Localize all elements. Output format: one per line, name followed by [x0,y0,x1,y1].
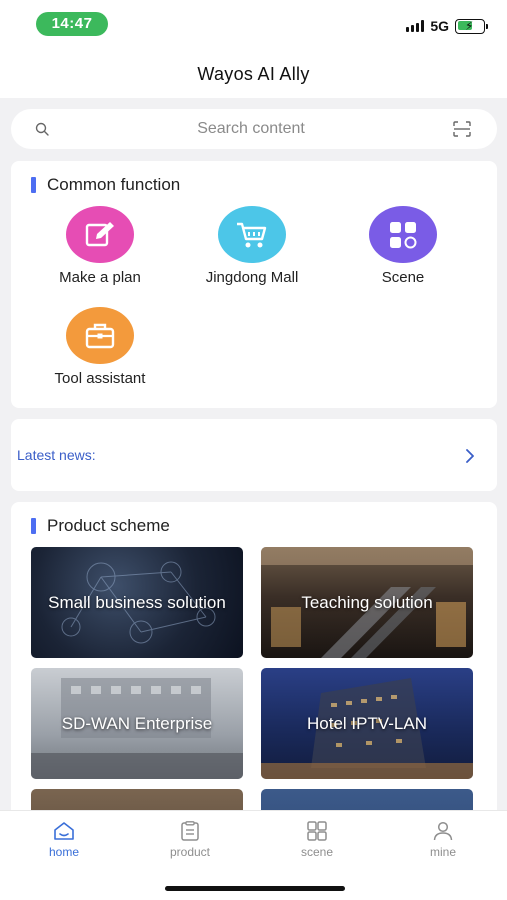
func-scene[interactable]: Scene [333,206,473,286]
tab-product[interactable]: product [150,821,230,859]
grid-icon [369,206,437,263]
chevron-right-icon[interactable] [465,449,475,463]
signal-icon [406,20,425,32]
search-bar[interactable] [11,109,497,149]
search-icon [35,122,49,136]
tile-label: Teaching solution [301,592,433,612]
battery-icon: ⚡ [455,18,488,34]
tab-label: scene [300,845,334,859]
section-title: Common function [47,175,181,194]
tab-label: product [169,845,211,859]
network-type: 5G [430,18,449,34]
tile-small-business-solution[interactable]: Small business solution [31,547,243,658]
scan-icon[interactable] [453,121,471,137]
section-accent-bar [31,518,36,534]
tile-teaching-solution[interactable]: Teaching solution [261,547,473,658]
page-title: Wayos AI Ally [197,64,310,84]
func-jingdong-mall[interactable]: Jingdong Mall [182,206,322,286]
tile-label: SD-WAN Enterprise [61,713,213,733]
common-function-header: Common function [31,175,180,195]
tile-sd-wan-enterprise[interactable]: SD-WAN Enterprise [31,668,243,779]
product-scheme-card: Product scheme Small business solution T [11,502,497,900]
user-icon [433,821,453,841]
common-function-card: Common function Make a plan Jingdong Mal… [11,161,497,408]
home-icon [54,822,74,840]
tab-mine[interactable]: mine [403,821,483,859]
func-label: Make a plan [59,269,141,286]
cart-icon [218,206,286,263]
product-scheme-header: Product scheme [31,516,170,536]
func-tool-assistant[interactable]: Tool assistant [30,307,170,387]
grid-icon [307,821,327,841]
search-input[interactable] [71,109,431,149]
latest-news-card[interactable]: Latest news: [11,419,497,491]
section-accent-bar [31,177,36,193]
toolbox-icon [66,307,134,364]
func-label: Tool assistant [54,370,146,387]
status-bar: 14:47 5G ⚡ [0,0,507,52]
app-header: Wayos AI Ally [0,52,507,98]
tile-hotel-iptv-lan[interactable]: Hotel IPTV-LAN [261,668,473,779]
tab-label: home [48,845,80,859]
edit-icon [66,206,134,263]
section-title: Product scheme [47,516,170,535]
tab-home[interactable]: home [24,821,104,859]
func-label: Scene [381,269,425,286]
latest-news-label: Latest news: [17,447,96,463]
tab-scene[interactable]: scene [277,821,357,859]
tile-label: Hotel IPTV-LAN [307,713,427,733]
status-indicators: 5G ⚡ [406,16,488,36]
func-make-a-plan[interactable]: Make a plan [30,206,170,286]
func-label: Jingdong Mall [205,269,299,286]
tile-label: Small business solution [48,592,226,612]
status-time: 14:47 [36,12,108,36]
home-indicator [165,886,345,891]
tab-label: mine [429,845,456,859]
clipboard-icon [181,821,199,841]
